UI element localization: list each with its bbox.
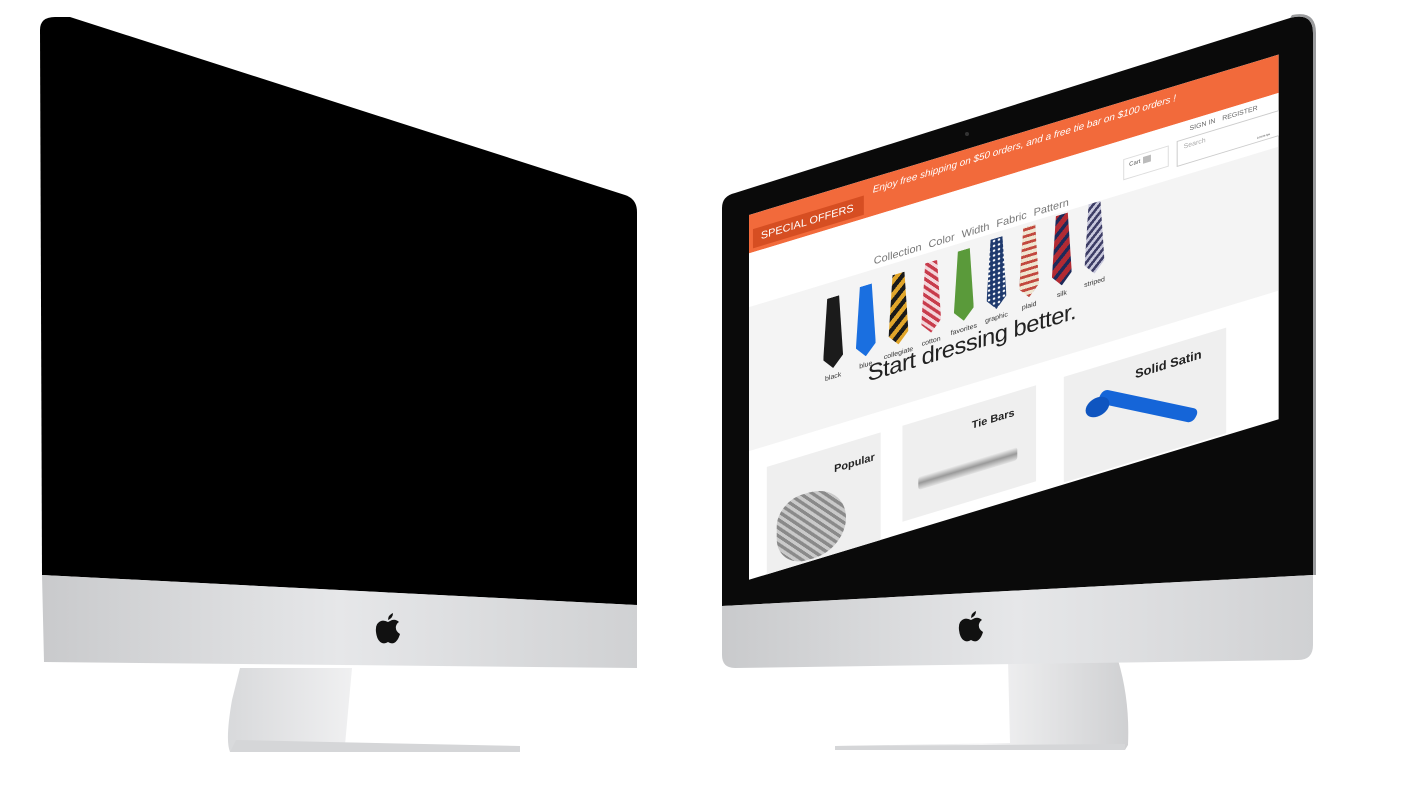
apple-logo-icon bbox=[375, 611, 401, 645]
card-title: Tie Bars bbox=[971, 407, 1015, 432]
satin-tie-image bbox=[1096, 388, 1200, 424]
tie-bar-image bbox=[918, 446, 1018, 491]
card-title: Solid Satin bbox=[1135, 346, 1202, 382]
apple-logo-icon bbox=[958, 609, 984, 643]
satin-tie-knot bbox=[1085, 393, 1110, 421]
cart-label: Cart bbox=[1129, 158, 1141, 169]
card-title: Popular bbox=[834, 451, 875, 476]
cart-icon bbox=[1143, 154, 1152, 164]
